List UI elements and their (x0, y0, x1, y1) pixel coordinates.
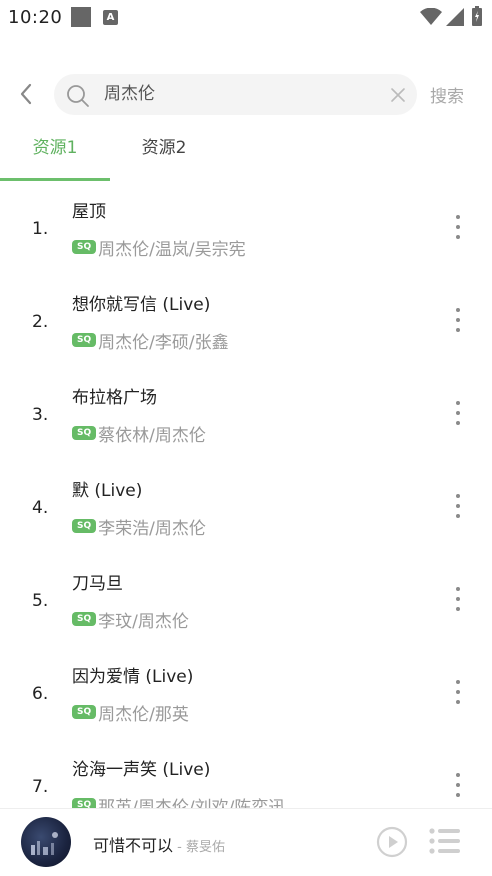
battery-icon (472, 6, 482, 26)
source-tabs: 资源1 资源2 (0, 128, 492, 182)
sq-badge: SQ (72, 612, 97, 626)
tab-source-1[interactable]: 资源1 (0, 128, 110, 178)
song-artists: 那英/周杰伦/刘欢/陈奕迅 (98, 797, 286, 809)
song-title: 想你就写信 (Live) (72, 295, 211, 315)
song-artists: 李荣浩/周杰伦 (98, 518, 206, 539)
album-cover[interactable] (21, 817, 71, 867)
back-button[interactable] (12, 80, 40, 108)
song-index: 1. (32, 219, 49, 239)
song-title: 刀马旦 (72, 574, 123, 594)
song-row[interactable]: 4. 默 (Live) SQ 李荣浩/周杰伦 (0, 461, 492, 554)
song-index: 2. (32, 312, 49, 332)
song-row[interactable]: 2. 想你就写信 (Live) SQ 周杰伦/李硕/张鑫 (0, 275, 492, 368)
now-playing-artist: - 蔡旻佑 (173, 840, 225, 855)
status-time: 10:20 (8, 7, 63, 28)
song-row[interactable]: 3. 布拉格广场 SQ 蔡依林/周杰伦 (0, 368, 492, 461)
song-row[interactable]: 7. 沧海一声笑 (Live) SQ 那英/周杰伦/刘欢/陈奕迅 (0, 740, 492, 808)
sq-badge: SQ (72, 426, 97, 440)
song-title: 布拉格广场 (72, 388, 157, 408)
song-meta: SQ 周杰伦/李硕/张鑫 (72, 329, 229, 353)
song-list: 1. 屋顶 SQ 周杰伦/温岚/吴宗宪 2. 想你就写信 (Live) SQ 周… (0, 182, 492, 808)
song-artists: 周杰伦/温岚/吴宗宪 (98, 239, 246, 260)
search-input[interactable] (104, 74, 374, 115)
song-title: 屋顶 (72, 202, 106, 222)
song-row[interactable]: 5. 刀马旦 SQ 李玟/周杰伦 (0, 554, 492, 647)
song-index: 4. (32, 498, 49, 518)
song-artists: 周杰伦/李硕/张鑫 (98, 332, 229, 353)
song-meta: SQ 那英/周杰伦/刘欢/陈奕迅 (72, 794, 285, 808)
a-box-icon: A (103, 10, 118, 25)
song-index: 3. (32, 405, 49, 425)
search-header: 搜索 (0, 70, 492, 118)
more-options-button[interactable] (448, 677, 468, 707)
more-options-button[interactable] (448, 770, 468, 800)
more-options-button[interactable] (448, 584, 468, 614)
more-options-button[interactable] (448, 212, 468, 242)
chevron-left-icon (20, 83, 32, 105)
song-meta: SQ 李玟/周杰伦 (72, 608, 189, 632)
more-options-button[interactable] (448, 398, 468, 428)
song-title: 沧海一声笑 (Live) (72, 760, 211, 780)
now-playing[interactable]: 可惜不可以 - 蔡旻佑 (93, 832, 225, 856)
song-index: 6. (32, 684, 49, 704)
wifi-icon (420, 8, 442, 25)
cellular-signal-icon (446, 8, 464, 26)
song-meta: SQ 周杰伦/温岚/吴宗宪 (72, 236, 246, 260)
song-title: 因为爱情 (Live) (72, 667, 194, 687)
sq-badge: SQ (72, 240, 97, 254)
song-artists: 蔡依林/周杰伦 (98, 425, 206, 446)
song-meta: SQ 蔡依林/周杰伦 (72, 422, 206, 446)
playlist-icon[interactable] (428, 826, 462, 856)
sq-badge: SQ (72, 333, 97, 347)
tab-underline (0, 178, 110, 181)
more-options-button[interactable] (448, 305, 468, 335)
song-meta: SQ 周杰伦/那英 (72, 701, 189, 725)
search-box[interactable] (54, 74, 417, 115)
mini-player[interactable]: 可惜不可以 - 蔡旻佑 (0, 808, 492, 876)
search-button[interactable]: 搜索 (430, 82, 464, 107)
search-icon (67, 85, 89, 107)
more-options-button[interactable] (448, 491, 468, 521)
song-row[interactable]: 1. 屋顶 SQ 周杰伦/温岚/吴宗宪 (0, 182, 492, 275)
sq-badge: SQ (72, 798, 97, 808)
now-playing-title: 可惜不可以 (93, 836, 174, 855)
clear-icon[interactable] (389, 86, 407, 104)
song-index: 7. (32, 777, 49, 797)
song-title: 默 (Live) (72, 481, 143, 501)
album-art-icon (31, 832, 58, 855)
song-meta: SQ 李荣浩/周杰伦 (72, 515, 206, 539)
song-row[interactable]: 6. 因为爱情 (Live) SQ 周杰伦/那英 (0, 647, 492, 740)
sq-badge: SQ (72, 705, 97, 719)
song-artists: 李玟/周杰伦 (98, 611, 189, 632)
tab-source-2[interactable]: 资源2 (109, 128, 219, 178)
song-index: 5. (32, 591, 49, 611)
play-icon[interactable] (376, 826, 408, 858)
sq-badge: SQ (72, 519, 97, 533)
notification-square-icon (71, 7, 91, 27)
status-bar: 10:20 A (0, 0, 492, 36)
song-artists: 周杰伦/那英 (98, 704, 189, 725)
